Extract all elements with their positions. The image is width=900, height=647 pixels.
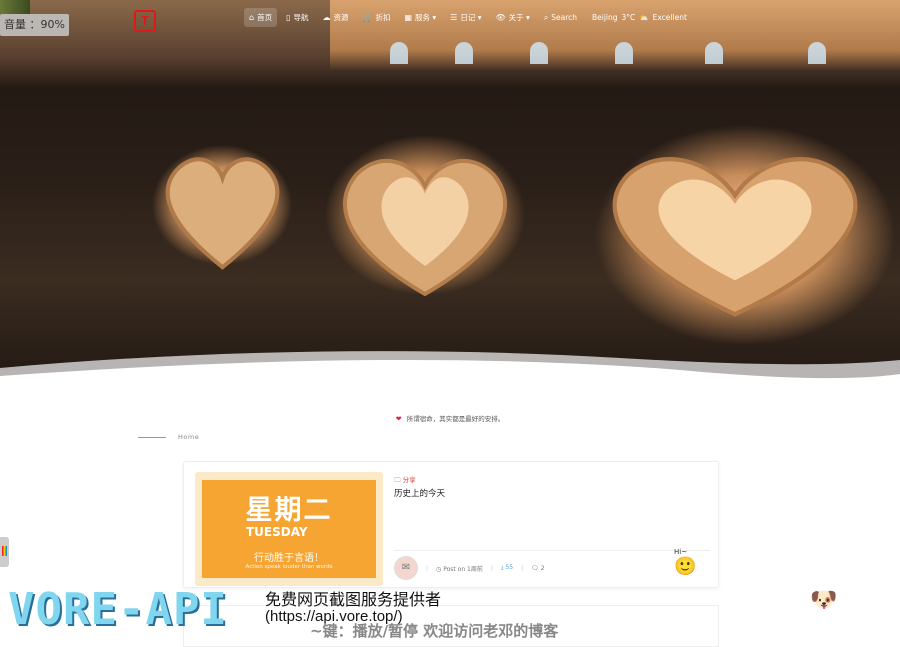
nav-item-label: Search bbox=[551, 13, 578, 22]
hero-window bbox=[808, 42, 826, 64]
divider: | bbox=[490, 564, 493, 572]
heart-lantern bbox=[342, 158, 508, 297]
nav-item-diary[interactable]: ☰ 日记 ▾ bbox=[445, 8, 486, 27]
pet-mascot-icon[interactable]: 🐶 bbox=[810, 588, 837, 613]
nav-item-discount[interactable]: 🛒 折扣 bbox=[357, 8, 395, 27]
site-motto: ❤ 所谓宿命，其实都是最好的安排。 bbox=[0, 413, 900, 423]
hero-window bbox=[705, 42, 723, 64]
weather-widget: Beijing 3°C ⛅ Excellent bbox=[592, 13, 687, 22]
post-title[interactable]: 历史上的今天 bbox=[394, 487, 445, 499]
volume-indicator: 音量 ：90% bbox=[0, 14, 69, 36]
thumb-weekday-en: TUESDAY bbox=[246, 525, 308, 539]
hero-window bbox=[455, 42, 473, 64]
cart-icon: 🛒 bbox=[362, 13, 373, 22]
post-comments[interactable]: 🗨 2 bbox=[531, 565, 544, 572]
thumb-slogan-cn: 行动胜于言语！ bbox=[254, 553, 324, 564]
nav-item-label: 日记 ▾ bbox=[460, 13, 482, 22]
heart-lantern bbox=[165, 157, 280, 270]
nav-item-resources[interactable]: ☁ 资源 bbox=[317, 8, 353, 27]
flag-icon bbox=[2, 546, 7, 556]
nav-item-services[interactable]: ▦ 服务 ▾ bbox=[399, 8, 441, 27]
hero-banner bbox=[0, 0, 900, 400]
hero-window bbox=[530, 42, 548, 64]
folder-icon: 🗀 bbox=[394, 476, 401, 484]
nav-item-home[interactable]: ⌂ 首页 bbox=[244, 8, 278, 27]
nav-item-about[interactable]: 👁 关于 ▾ bbox=[491, 8, 535, 27]
search-icon: ⌕ bbox=[543, 12, 549, 22]
hero-window bbox=[390, 42, 408, 64]
divider: | bbox=[426, 564, 429, 572]
vore-brand-watermark: VORE-API bbox=[8, 584, 228, 635]
post-category[interactable]: 🗀 分享 bbox=[394, 474, 416, 487]
book-icon: ▯ bbox=[286, 13, 291, 22]
heart-icon: ❤ bbox=[395, 415, 402, 423]
comment-icon: 🗨 bbox=[531, 564, 539, 572]
motto-text: 所谓宿命，其实都是最好的安排。 bbox=[406, 415, 505, 423]
thumbnail-banner: 星期二 TUESDAY 行动胜于言语！ Action speak louder … bbox=[202, 480, 376, 578]
clock-icon: ◷ bbox=[436, 565, 442, 573]
mascot-text: Hi~ bbox=[674, 548, 688, 556]
weather-temp: 3°C bbox=[621, 13, 636, 22]
nav-item-label: 关于 ▾ bbox=[508, 13, 530, 22]
nav-item-label: 首页 bbox=[257, 13, 273, 22]
post-thumbnail[interactable]: 星期二 TUESDAY 行动胜于言语！ Action speak louder … bbox=[195, 472, 383, 586]
views-count: 55 bbox=[505, 564, 514, 571]
download-icon: ⤓ bbox=[500, 564, 504, 571]
breadcrumb-line bbox=[138, 436, 166, 438]
heart-lantern bbox=[612, 157, 858, 317]
nav-item-navigation[interactable]: ▯ 导航 bbox=[281, 8, 313, 27]
weather-condition: Excellent bbox=[652, 13, 687, 22]
site-logo[interactable]: T bbox=[134, 10, 156, 32]
list-icon: ☰ bbox=[450, 13, 458, 22]
comments-count: 2 bbox=[540, 564, 545, 572]
top-navbar: 音量 ：90% T ⌂ 首页 ▯ 导航 ☁ 资源 🛒 折扣 ▦ 服务 ▾ ☰ 日… bbox=[0, 0, 900, 36]
cloud-sun-icon: ⛅ bbox=[639, 13, 649, 22]
nav-item-label: 导航 bbox=[293, 13, 309, 22]
breadcrumb-home[interactable]: Home bbox=[178, 433, 199, 441]
breadcrumb: Home bbox=[138, 433, 199, 441]
divider: | bbox=[521, 564, 524, 572]
post-date: ◷ Post on 1周前 bbox=[436, 564, 483, 573]
post-date-text: Post on 1周前 bbox=[443, 565, 483, 573]
music-ticker: ~键：播放/暂停 欢迎访问老邓的博客 bbox=[310, 622, 559, 640]
nav-item-search[interactable]: ⌕ Search bbox=[539, 9, 582, 27]
mascot-sticker: Hi~ 🙂 bbox=[674, 548, 714, 584]
eye-icon: 👁 bbox=[495, 13, 506, 22]
thumb-slogan-en: Action speak louder than words bbox=[245, 564, 333, 570]
post-meta: ✉ | ◷ Post on 1周前 | ⤓ 55 | 🗨 2 bbox=[394, 550, 710, 585]
mascot-face-icon: 🙂 bbox=[674, 556, 697, 577]
hero-wave bbox=[0, 351, 900, 400]
post-views: ⤓ 55 bbox=[501, 564, 513, 572]
post-card[interactable]: 星期二 TUESDAY 行动胜于言语！ Action speak louder … bbox=[183, 461, 719, 588]
cloud-icon: ☁ bbox=[322, 13, 331, 22]
weather-city: Beijing bbox=[592, 13, 618, 22]
category-label: 分享 bbox=[402, 476, 416, 484]
nav-item-label: 服务 ▾ bbox=[415, 13, 437, 22]
grid-icon: ▦ bbox=[404, 13, 413, 22]
home-icon: ⌂ bbox=[249, 13, 255, 22]
side-toggle-tab[interactable] bbox=[0, 537, 9, 567]
hero-window bbox=[615, 42, 633, 64]
nav-item-label: 折扣 bbox=[375, 13, 391, 22]
watermark-line1: 免费网页截图服务提供者 bbox=[265, 590, 442, 609]
thumb-weekday-cn: 星期二 bbox=[245, 495, 333, 526]
main-menu: ⌂ 首页 ▯ 导航 ☁ 资源 🛒 折扣 ▦ 服务 ▾ ☰ 日记 ▾ 👁 关于 ▾… bbox=[244, 8, 582, 27]
nav-item-label: 资源 bbox=[333, 13, 349, 22]
avatar[interactable]: ✉ bbox=[394, 556, 418, 580]
